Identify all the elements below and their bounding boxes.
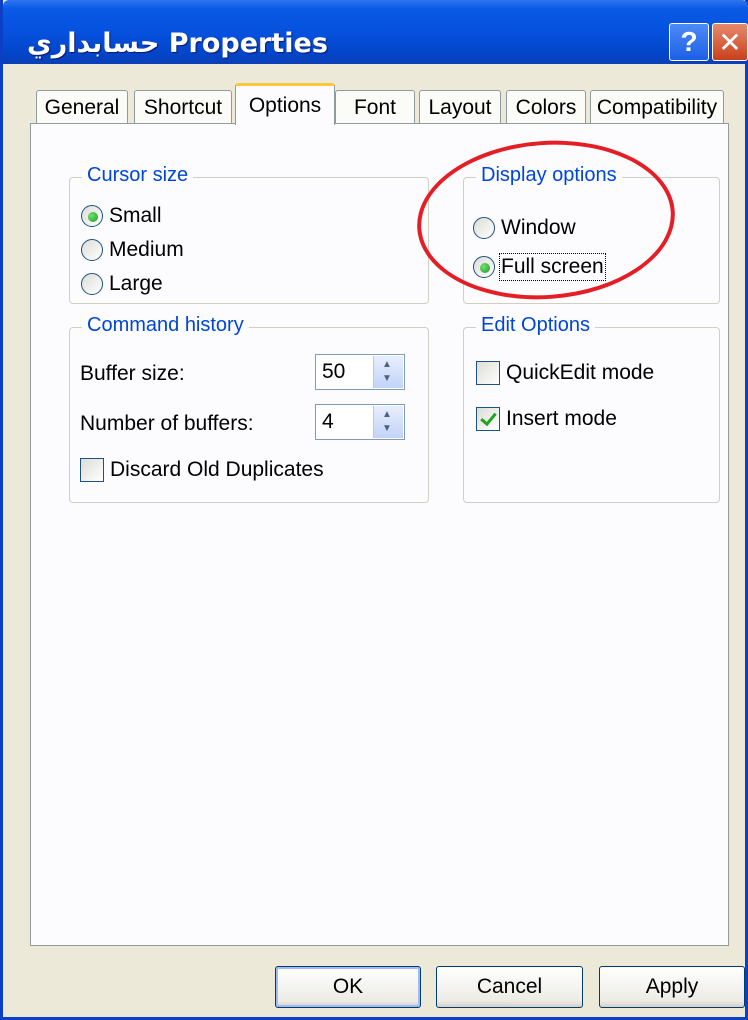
checkbox-icon[interactable]	[80, 458, 104, 482]
command-history-legend: Command history	[82, 314, 249, 337]
discard-duplicates-label: Discard Old Duplicates	[110, 458, 324, 481]
close-button[interactable]: ✕	[712, 23, 748, 61]
display-options-group: Display options Window Full screen	[463, 164, 720, 304]
quickedit-label: QuickEdit mode	[506, 361, 655, 384]
number-of-buffers-spin-buttons[interactable]: ▲ ▼	[373, 406, 403, 438]
buffer-size-spin-buttons[interactable]: ▲ ▼	[373, 356, 403, 388]
radio-selected-icon[interactable]	[81, 205, 103, 227]
display-fullscreen-option[interactable]: Full screen	[473, 253, 606, 281]
buffer-size-stepper[interactable]: 50 ▲ ▼	[315, 354, 405, 390]
number-of-buffers-value[interactable]: 4	[322, 410, 334, 434]
display-fullscreen-label: Full screen	[499, 253, 606, 281]
insert-mode-option[interactable]: Insert mode	[476, 407, 617, 431]
insert-mode-label: Insert mode	[506, 407, 617, 430]
discard-duplicates-option[interactable]: Discard Old Duplicates	[80, 458, 324, 482]
help-button[interactable]: ?	[669, 23, 709, 61]
close-icon: ✕	[718, 26, 742, 58]
cursor-medium-option[interactable]: Medium	[81, 238, 184, 262]
chevron-down-icon[interactable]: ▼	[382, 423, 392, 434]
apply-button[interactable]: Apply	[599, 966, 745, 1008]
buffer-size-label: Buffer size:	[80, 362, 185, 385]
help-icon: ?	[680, 26, 698, 57]
title-bar[interactable]: حسابداري Properties ? ✕	[3, 0, 748, 64]
command-history-group: Command history Buffer size: 50 ▲ ▼ Numb…	[69, 314, 429, 503]
display-window-label: Window	[501, 216, 576, 239]
number-of-buffers-label: Number of buffers:	[80, 412, 254, 435]
radio-icon[interactable]	[473, 217, 495, 239]
display-options-legend: Display options	[476, 164, 622, 187]
cursor-size-group: Cursor size Small Medium Large	[69, 164, 429, 304]
tab-options[interactable]: Options	[235, 83, 335, 125]
properties-dialog: حسابداري Properties ? ✕ General Shortcut…	[0, 0, 748, 1020]
ok-button[interactable]: OK	[275, 966, 421, 1008]
radio-icon[interactable]	[81, 273, 103, 295]
cursor-small-label: Small	[109, 204, 162, 227]
tab-colors[interactable]: Colors	[506, 90, 586, 124]
radio-icon[interactable]	[81, 239, 103, 261]
quickedit-option[interactable]: QuickEdit mode	[476, 361, 654, 385]
edit-options-group: Edit Options QuickEdit mode Insert mode	[463, 314, 720, 503]
cursor-large-option[interactable]: Large	[81, 272, 163, 296]
options-panel: Cursor size Small Medium Large Display o…	[30, 123, 729, 946]
cursor-medium-label: Medium	[109, 238, 184, 261]
chevron-up-icon[interactable]: ▲	[382, 359, 392, 370]
display-window-option[interactable]: Window	[473, 216, 576, 240]
chevron-up-icon[interactable]: ▲	[382, 409, 392, 420]
checkbox-checked-icon[interactable]	[476, 407, 500, 431]
buffer-size-value[interactable]: 50	[322, 360, 345, 384]
radio-selected-icon[interactable]	[473, 256, 495, 278]
tab-general[interactable]: General	[36, 90, 128, 124]
tab-layout[interactable]: Layout	[419, 90, 501, 124]
cursor-large-label: Large	[109, 272, 163, 295]
cursor-small-option[interactable]: Small	[81, 204, 162, 228]
chevron-down-icon[interactable]: ▼	[382, 373, 392, 384]
tab-shortcut[interactable]: Shortcut	[134, 90, 232, 124]
window-title: حسابداري Properties	[27, 28, 328, 59]
tab-compatibility[interactable]: Compatibility	[590, 90, 724, 124]
edit-options-legend: Edit Options	[476, 314, 595, 337]
tab-font[interactable]: Font	[335, 90, 415, 124]
cursor-size-legend: Cursor size	[82, 164, 194, 187]
checkbox-icon[interactable]	[476, 361, 500, 385]
cancel-button[interactable]: Cancel	[436, 966, 583, 1008]
number-of-buffers-stepper[interactable]: 4 ▲ ▼	[315, 404, 405, 440]
